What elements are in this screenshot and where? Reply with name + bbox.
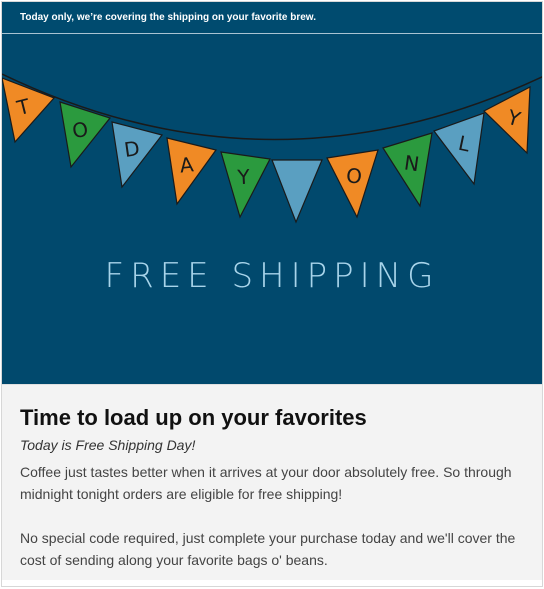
headline: Time to load up on your favorites: [20, 405, 367, 430]
bunting-garland: TODA Y O NLY: [2, 73, 542, 224]
bunting-flag: T: [2, 77, 56, 144]
body-paragraph-2: No special code required, just complete …: [20, 530, 516, 568]
bunting-flag: L: [433, 112, 485, 186]
bunting-letter: Y: [236, 165, 251, 190]
content-section: Time to load up on your favorites Today …: [2, 384, 542, 580]
bunting-letter: O: [345, 163, 362, 188]
body-paragraph-1: Coffee just tastes better when it arrive…: [20, 464, 512, 502]
bunting-flag: N: [382, 132, 433, 208]
hero-banner: TODAYONLY FREE SHIPPING: [2, 34, 542, 384]
subheadline: Today is Free Shipping Day!: [20, 437, 196, 453]
email-body: Today only, we’re covering the shipping …: [1, 1, 543, 587]
hero-title: FREE SHIPPING: [104, 256, 440, 296]
bunting-flag: Y: [220, 151, 271, 219]
bunting-flag: D: [111, 121, 164, 189]
bunting-flag: O: [59, 101, 112, 169]
preheader-text: Today only, we’re covering the shipping …: [20, 12, 316, 23]
bunting-letter: A: [179, 152, 195, 177]
preheader-bar: Today only, we’re covering the shipping …: [2, 2, 542, 34]
bunting-flag: A: [166, 137, 218, 206]
bunting-flag: O: [326, 149, 379, 219]
bunting-flag: Y: [482, 85, 531, 155]
bunting-flag: [271, 159, 323, 224]
